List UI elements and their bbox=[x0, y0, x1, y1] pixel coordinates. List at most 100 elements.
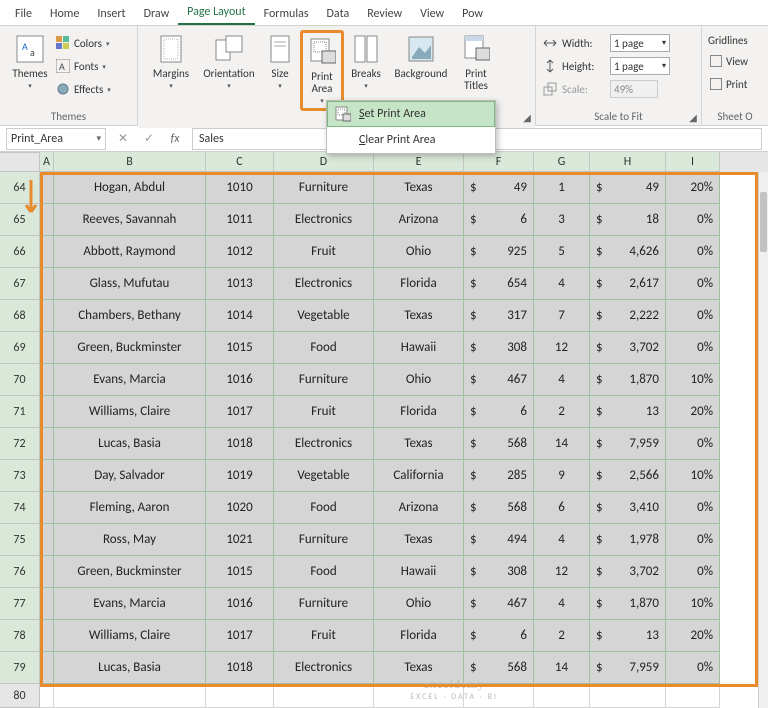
cell[interactable]: Ohio bbox=[374, 364, 464, 396]
row-header[interactable]: 67 bbox=[0, 268, 40, 300]
cell[interactable]: Fleming, Aaron bbox=[54, 492, 206, 524]
vertical-scrollbar[interactable] bbox=[758, 172, 768, 708]
cancel-formula-button[interactable]: ✕ bbox=[110, 128, 136, 150]
print-checkbox-row[interactable]: Print bbox=[708, 73, 750, 95]
cell[interactable]: Food bbox=[274, 492, 374, 524]
cell[interactable]: Furniture bbox=[274, 364, 374, 396]
cell[interactable]: 0% bbox=[666, 652, 720, 684]
cell[interactable] bbox=[40, 268, 54, 300]
cell[interactable] bbox=[54, 684, 206, 708]
cell[interactable]: 0% bbox=[666, 492, 720, 524]
colors-button[interactable]: Colors ▾ bbox=[54, 32, 113, 54]
cell[interactable]: 4 bbox=[534, 268, 590, 300]
cell[interactable] bbox=[40, 524, 54, 556]
tab-formulas[interactable]: Formulas bbox=[255, 3, 318, 25]
col-header-g[interactable]: G bbox=[534, 152, 590, 172]
cell[interactable]: Fruit bbox=[274, 236, 374, 268]
cell[interactable]: Furniture bbox=[274, 172, 374, 204]
cell[interactable]: Food bbox=[274, 332, 374, 364]
row-header[interactable]: 70 bbox=[0, 364, 40, 396]
cell[interactable]: 0% bbox=[666, 556, 720, 588]
cell[interactable]: $925 bbox=[464, 236, 534, 268]
cell[interactable]: Fruit bbox=[274, 396, 374, 428]
cell[interactable] bbox=[534, 684, 590, 708]
cell[interactable]: $654 bbox=[464, 268, 534, 300]
cell[interactable]: Chambers, Bethany bbox=[54, 300, 206, 332]
view-checkbox-row[interactable]: View bbox=[708, 50, 750, 72]
cell[interactable]: 2 bbox=[534, 620, 590, 652]
cell[interactable]: 1012 bbox=[206, 236, 274, 268]
cell[interactable]: Electronics bbox=[274, 204, 374, 236]
cell[interactable]: $285 bbox=[464, 460, 534, 492]
cell[interactable] bbox=[40, 332, 54, 364]
enter-formula-button[interactable]: ✓ bbox=[136, 128, 162, 150]
cell[interactable]: 9 bbox=[534, 460, 590, 492]
cell[interactable]: Ohio bbox=[374, 236, 464, 268]
cell[interactable]: 0% bbox=[666, 428, 720, 460]
cell[interactable]: Williams, Claire bbox=[54, 396, 206, 428]
col-header-f[interactable]: F bbox=[464, 152, 534, 172]
cell[interactable]: 1016 bbox=[206, 588, 274, 620]
cell[interactable]: Lucas, Basia bbox=[54, 652, 206, 684]
cell[interactable] bbox=[40, 492, 54, 524]
cell[interactable]: $3,410 bbox=[590, 492, 666, 524]
cell[interactable]: $317 bbox=[464, 300, 534, 332]
cell[interactable]: 4 bbox=[534, 364, 590, 396]
tab-insert[interactable]: Insert bbox=[88, 3, 134, 25]
row-header[interactable]: 73 bbox=[0, 460, 40, 492]
row-header[interactable]: 72 bbox=[0, 428, 40, 460]
cell[interactable]: $13 bbox=[590, 396, 666, 428]
fx-button[interactable]: fx bbox=[162, 128, 188, 150]
scrollbar-thumb[interactable] bbox=[760, 192, 767, 252]
row-header[interactable]: 66 bbox=[0, 236, 40, 268]
cell[interactable]: Williams, Claire bbox=[54, 620, 206, 652]
cell[interactable]: 7 bbox=[534, 300, 590, 332]
cell[interactable]: Evans, Marcia bbox=[54, 588, 206, 620]
cell[interactable]: Electronics bbox=[274, 268, 374, 300]
cell[interactable]: 1018 bbox=[206, 652, 274, 684]
cell[interactable]: Green, Buckminster bbox=[54, 556, 206, 588]
cell[interactable]: Arizona bbox=[374, 492, 464, 524]
cell[interactable] bbox=[274, 684, 374, 708]
row-header[interactable]: 80 bbox=[0, 684, 40, 708]
cell[interactable]: $2,222 bbox=[590, 300, 666, 332]
col-header-h[interactable]: H bbox=[590, 152, 666, 172]
cell[interactable]: 3 bbox=[534, 204, 590, 236]
height-select[interactable]: 1 page▾ bbox=[610, 57, 670, 75]
margins-button[interactable]: Margins▾ bbox=[144, 30, 198, 93]
cell[interactable]: 0% bbox=[666, 332, 720, 364]
cell[interactable]: Fruit bbox=[274, 620, 374, 652]
cell[interactable]: $494 bbox=[464, 524, 534, 556]
tab-view[interactable]: View bbox=[411, 3, 453, 25]
cell[interactable]: $49 bbox=[464, 172, 534, 204]
chevron-down-icon[interactable]: ▾ bbox=[96, 133, 101, 144]
cell[interactable]: Vegetable bbox=[274, 460, 374, 492]
row-header[interactable]: 76 bbox=[0, 556, 40, 588]
cell[interactable]: 1020 bbox=[206, 492, 274, 524]
col-header-d[interactable]: D bbox=[274, 152, 374, 172]
row-header[interactable]: 78 bbox=[0, 620, 40, 652]
cell[interactable]: $6 bbox=[464, 620, 534, 652]
cell[interactable]: Day, Salvador bbox=[54, 460, 206, 492]
tab-page-layout[interactable]: Page Layout bbox=[178, 1, 254, 25]
cell[interactable]: 0% bbox=[666, 236, 720, 268]
cell[interactable]: 0% bbox=[666, 268, 720, 300]
cell[interactable]: 1014 bbox=[206, 300, 274, 332]
row-header[interactable]: 69 bbox=[0, 332, 40, 364]
cell[interactable]: California bbox=[374, 460, 464, 492]
cell[interactable] bbox=[40, 396, 54, 428]
row-header[interactable]: 79 bbox=[0, 652, 40, 684]
cell[interactable]: Texas bbox=[374, 172, 464, 204]
cell[interactable] bbox=[206, 684, 274, 708]
cell[interactable]: Abbott, Raymond bbox=[54, 236, 206, 268]
cell[interactable]: 20% bbox=[666, 172, 720, 204]
cell[interactable]: 10% bbox=[666, 460, 720, 492]
cell[interactable]: 1015 bbox=[206, 556, 274, 588]
cell[interactable]: Furniture bbox=[274, 588, 374, 620]
cell[interactable]: 12 bbox=[534, 556, 590, 588]
cell[interactable] bbox=[40, 460, 54, 492]
cell[interactable]: Evans, Marcia bbox=[54, 364, 206, 396]
cell[interactable]: 14 bbox=[534, 652, 590, 684]
cell[interactable]: Lucas, Basia bbox=[54, 428, 206, 460]
select-all-corner[interactable] bbox=[0, 152, 40, 172]
